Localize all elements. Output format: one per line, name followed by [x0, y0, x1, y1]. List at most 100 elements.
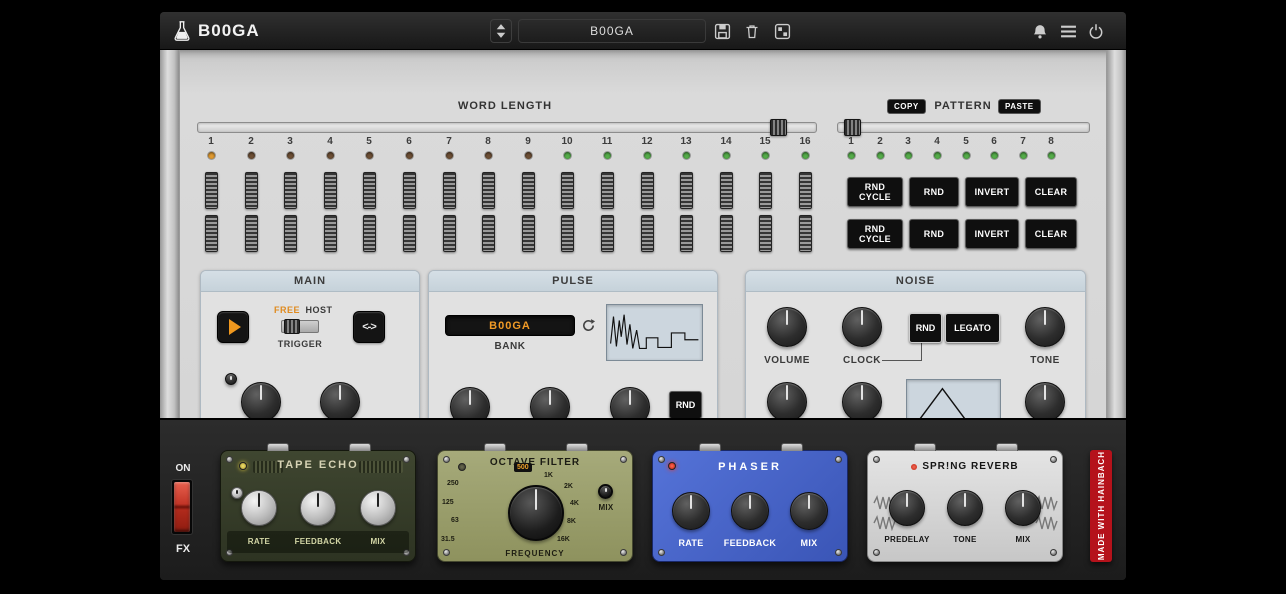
main-volume-knob[interactable]: [320, 382, 360, 422]
step-slider-b[interactable]: [324, 215, 337, 252]
copy-pattern-button[interactable]: COPY: [887, 99, 926, 114]
invert-button-row2[interactable]: INVERT: [965, 219, 1019, 249]
noise-decay-knob[interactable]: [842, 382, 882, 422]
step-slider-b[interactable]: [522, 215, 535, 252]
step-led: [485, 152, 492, 159]
phaser-rate-knob[interactable]: [672, 492, 710, 530]
step-slider-a[interactable]: [403, 172, 416, 209]
step-slider-a[interactable]: [284, 172, 297, 209]
step-slider-b[interactable]: [680, 215, 693, 252]
step-slider-b[interactable]: [720, 215, 733, 252]
pattern-step-led: [848, 152, 855, 159]
frequency-label: FREQUENCY: [438, 549, 632, 558]
preset-name-field[interactable]: B00GA: [518, 19, 706, 43]
step-slider-b[interactable]: [759, 215, 772, 252]
noise-legato-button[interactable]: LEGATO: [945, 313, 1000, 343]
step-slider-a[interactable]: [324, 172, 337, 209]
step-slider-b[interactable]: [284, 215, 297, 252]
tape-echo-feedback-knob[interactable]: [300, 490, 336, 526]
step-slider-a[interactable]: [561, 172, 574, 209]
step-slider-b[interactable]: [403, 215, 416, 252]
step-number: 3: [287, 136, 293, 147]
rnd-cycle-button-row1[interactable]: RND CYCLE: [847, 177, 903, 207]
step-slider-a[interactable]: [641, 172, 654, 209]
step-slider-a[interactable]: [245, 172, 258, 209]
step-slider-a[interactable]: [443, 172, 456, 209]
step-slider-b[interactable]: [561, 215, 574, 252]
noise-volume-knob[interactable]: [767, 307, 807, 347]
power-icon[interactable]: [1086, 21, 1106, 41]
phaser-feedback-knob[interactable]: [731, 492, 769, 530]
noise-tone-knob[interactable]: [1025, 307, 1065, 347]
noise-clock-knob[interactable]: [842, 307, 882, 347]
step-number: 5: [366, 136, 372, 147]
notifications-bell-icon[interactable]: [1030, 21, 1050, 41]
step-slider-a[interactable]: [720, 172, 733, 209]
clear-button-row2[interactable]: CLEAR: [1025, 219, 1077, 249]
spring-tone-knob[interactable]: [947, 490, 983, 526]
sync-button[interactable]: <->: [353, 311, 385, 343]
frequency-knob[interactable]: [508, 485, 564, 541]
noise-rnd-button[interactable]: RND: [909, 313, 942, 343]
step-slider-a[interactable]: [363, 172, 376, 209]
bank-cycle-icon[interactable]: [580, 317, 596, 333]
octave-filter-mix-knob[interactable]: [598, 484, 613, 499]
step-slider-a[interactable]: [205, 172, 218, 209]
step-slider-b[interactable]: [205, 215, 218, 252]
tape-echo-rate-knob[interactable]: [241, 490, 277, 526]
pattern-step-number: 2: [877, 136, 883, 147]
step-led: [564, 152, 571, 159]
step-slider-a[interactable]: [522, 172, 535, 209]
word-length-slider[interactable]: [197, 122, 817, 133]
noise-attack-knob[interactable]: [767, 382, 807, 422]
menu-hamburger-icon[interactable]: [1058, 21, 1078, 41]
play-button[interactable]: [217, 311, 249, 343]
clear-button-row1[interactable]: CLEAR: [1025, 177, 1077, 207]
random-preset-dice-icon[interactable]: [772, 21, 792, 41]
delete-preset-icon[interactable]: [742, 21, 762, 41]
step-slider-b[interactable]: [482, 215, 495, 252]
step-column: 10: [547, 136, 587, 258]
host-mode-label[interactable]: HOST: [299, 305, 339, 315]
paste-pattern-button[interactable]: PASTE: [998, 99, 1041, 114]
preset-spinner[interactable]: [490, 19, 512, 43]
step-slider-b[interactable]: [641, 215, 654, 252]
spring-predelay-knob[interactable]: [889, 490, 925, 526]
save-icon[interactable]: [712, 21, 732, 41]
tape-echo-mix-knob[interactable]: [360, 490, 396, 526]
step-slider-a[interactable]: [680, 172, 693, 209]
step-slider-a[interactable]: [601, 172, 614, 209]
step-led: [762, 152, 769, 159]
rnd-button-row1[interactable]: RND: [909, 177, 959, 207]
step-slider-b[interactable]: [245, 215, 258, 252]
step-slider-b[interactable]: [363, 215, 376, 252]
pattern-slider[interactable]: [837, 122, 1090, 133]
word-length-slider-handle[interactable]: [770, 119, 787, 136]
main-rate-knob[interactable]: [241, 382, 281, 422]
step-slider-a[interactable]: [799, 172, 812, 209]
trigger-toggle[interactable]: [281, 320, 319, 333]
step-led: [327, 152, 334, 159]
rate-mod-mini-knob[interactable]: [225, 373, 237, 385]
octave-filter-mix-label: MIX: [576, 503, 636, 512]
fx-on-switch[interactable]: [171, 479, 193, 535]
step-number: 7: [446, 136, 452, 147]
step-slider-b[interactable]: [799, 215, 812, 252]
phaser-mix-knob[interactable]: [790, 492, 828, 530]
rnd-button-row2[interactable]: RND: [909, 219, 959, 249]
env-shape-knob[interactable]: [1025, 382, 1065, 422]
trigger-toggle-handle[interactable]: [284, 319, 300, 334]
noise-tone-label: TONE: [1005, 355, 1085, 366]
pulse-rnd-button[interactable]: RND: [669, 391, 702, 419]
spring-mix-knob[interactable]: [1005, 490, 1041, 526]
step-slider-a[interactable]: [759, 172, 772, 209]
pedal-jack: [267, 443, 289, 451]
invert-button-row1[interactable]: INVERT: [965, 177, 1019, 207]
pattern-slider-handle[interactable]: [844, 119, 861, 136]
step-slider-b[interactable]: [443, 215, 456, 252]
step-slider-a[interactable]: [482, 172, 495, 209]
step-slider-b[interactable]: [601, 215, 614, 252]
rnd-cycle-button-row2[interactable]: RND CYCLE: [847, 219, 903, 249]
bank-display[interactable]: B00GA: [445, 315, 575, 336]
tape-echo-trim-knob[interactable]: [231, 487, 243, 499]
